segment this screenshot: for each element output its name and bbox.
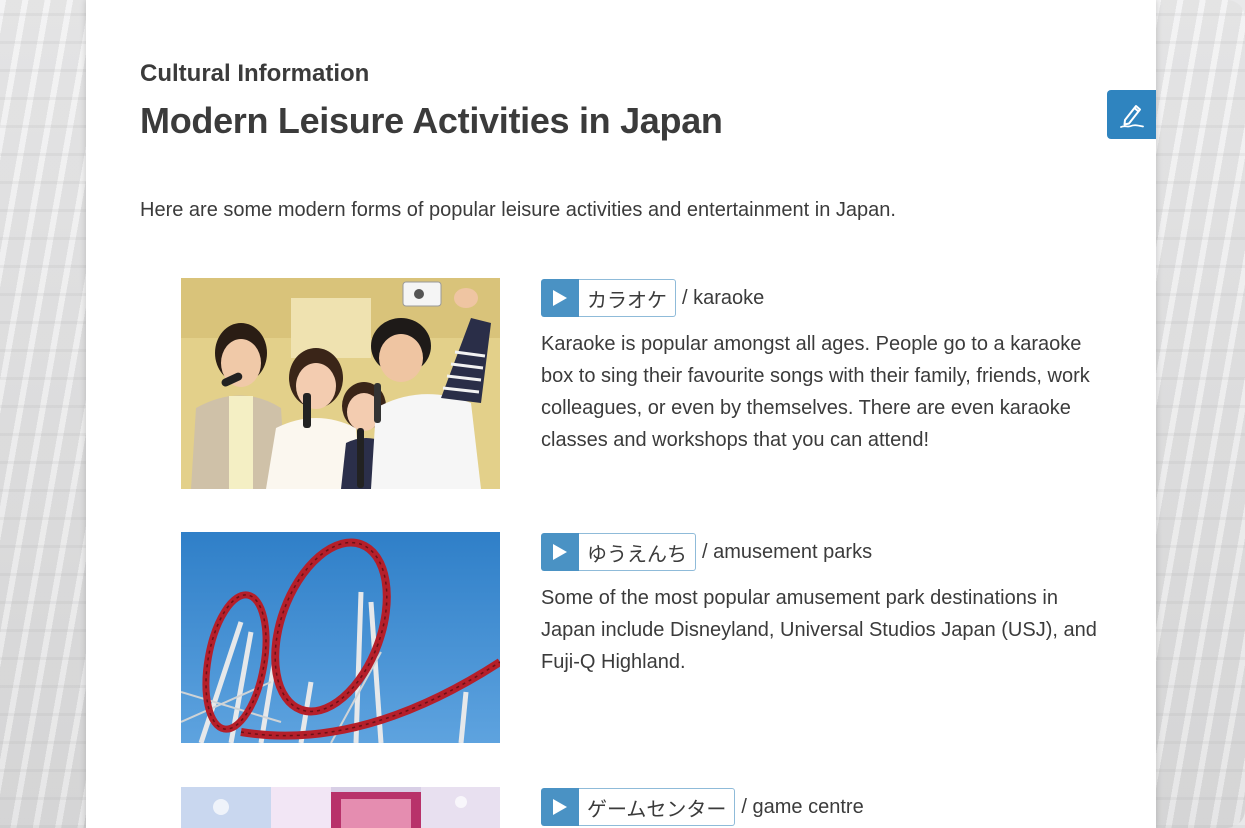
note-button[interactable] (1107, 90, 1156, 139)
item-description: Some of the most popular amusement park … (541, 587, 1097, 673)
list-item: ゆうえんち / amusement parks Some of the most… (181, 532, 1097, 752)
play-icon (553, 544, 567, 560)
japanese-word: ゆうえんち (579, 533, 696, 571)
english-word: / amusement parks (702, 540, 873, 563)
page-subtitle: Cultural Information (140, 60, 370, 87)
roller-coaster-photo (181, 532, 500, 743)
vocab-game-centre: ゲームセンター / game centre (541, 788, 864, 826)
play-icon (553, 290, 567, 306)
intro-text: Here are some modern forms of popular le… (140, 199, 896, 221)
item-description: Karaoke is popular amongst all ages. Peo… (541, 333, 1090, 451)
game-centre-photo (181, 787, 500, 828)
play-audio-button[interactable] (541, 279, 579, 317)
page-title: Modern Leisure Activities in Japan (140, 100, 723, 141)
japanese-word: ゲームセンター (579, 788, 736, 826)
play-audio-button[interactable] (541, 788, 579, 826)
japanese-word: カラオケ (579, 279, 676, 317)
background-left (0, 0, 86, 828)
list-item: カラオケ / karaoke Karaoke is popular amongs… (181, 278, 1090, 498)
pen-note-icon (1119, 104, 1144, 128)
content-page: Cultural Information Modern Leisure Acti… (86, 0, 1156, 828)
background-right (1155, 0, 1245, 828)
english-word: / game centre (741, 795, 864, 818)
karaoke-photo (181, 278, 500, 489)
vocab-karaoke: カラオケ / karaoke (541, 279, 764, 317)
english-word: / karaoke (682, 286, 765, 309)
list-item: ゲームセンター / game centre (181, 787, 1081, 828)
play-audio-button[interactable] (541, 533, 579, 571)
vocab-amusement-parks: ゆうえんち / amusement parks (541, 533, 872, 571)
play-icon (553, 799, 567, 815)
